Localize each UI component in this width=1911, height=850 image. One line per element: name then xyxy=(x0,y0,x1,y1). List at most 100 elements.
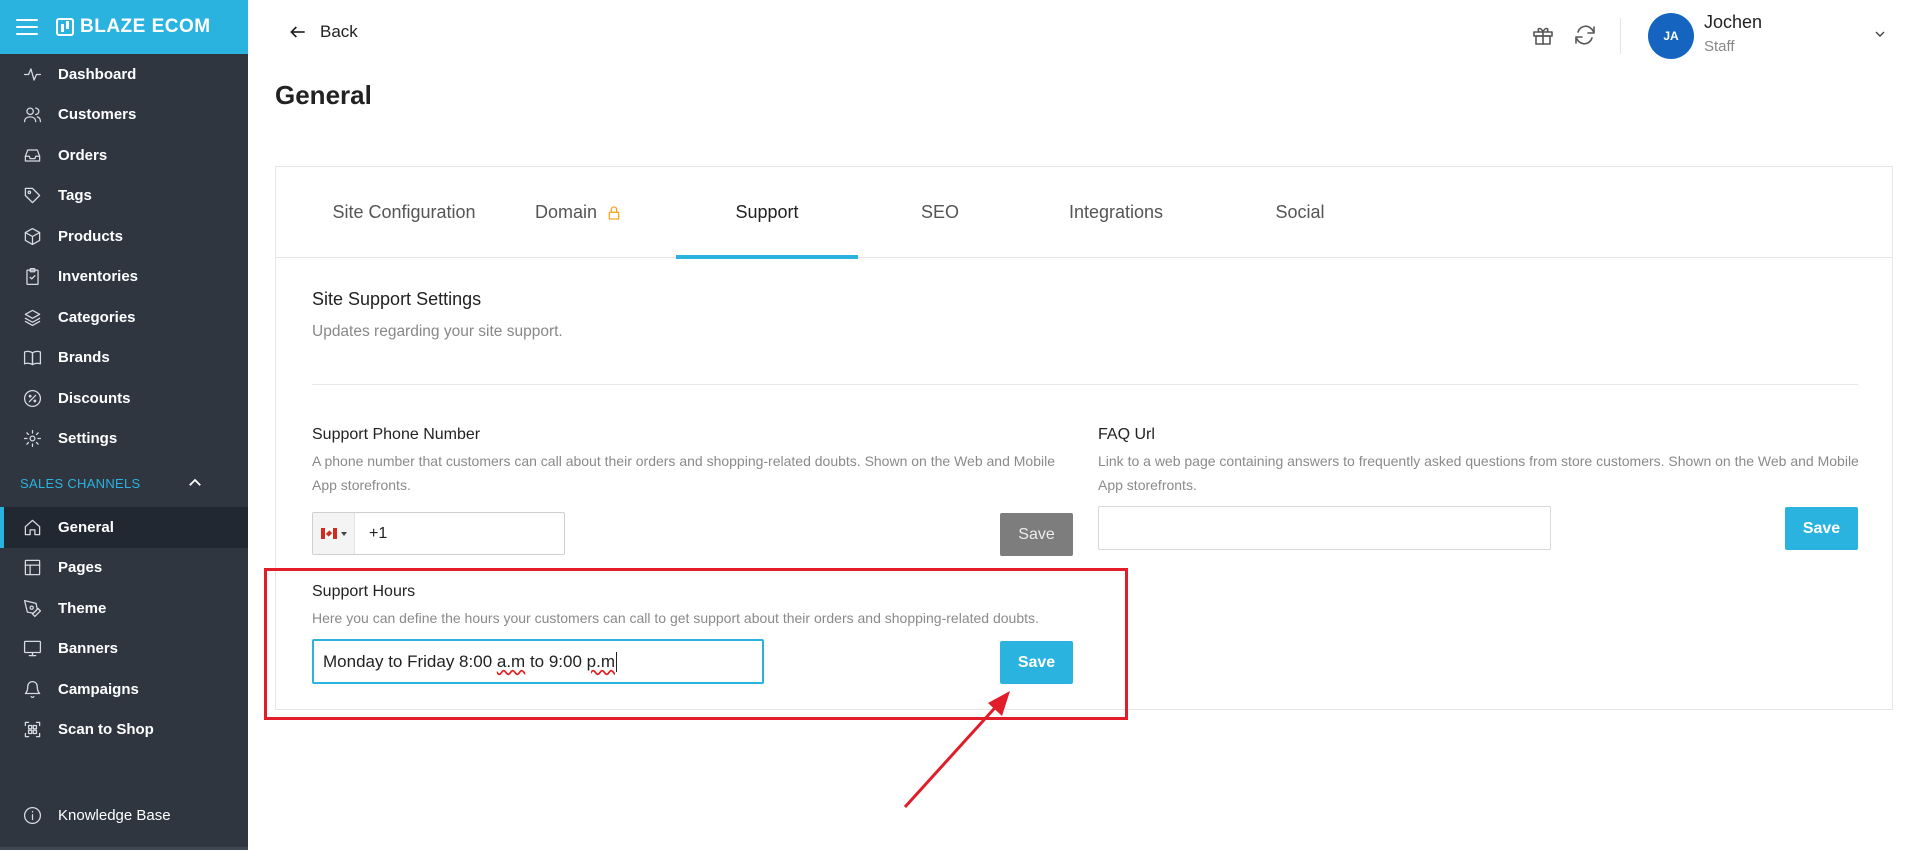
sidebar-item-label: Campaigns xyxy=(58,680,139,698)
tab-social[interactable]: Social xyxy=(1236,167,1364,258)
tab-seo[interactable]: SEO xyxy=(876,167,1004,258)
sidebar-item-label: Discounts xyxy=(58,389,131,407)
sidebar-item-label: Tags xyxy=(58,187,92,205)
sidebar-item-dashboard[interactable]: Dashboard xyxy=(0,54,248,95)
chevron-up-icon[interactable] xyxy=(186,474,204,492)
sidebar-item-orders[interactable]: Orders xyxy=(0,135,248,176)
gear-icon xyxy=(22,429,42,449)
faq-label: FAQ Url xyxy=(1098,426,1155,443)
phone-help-line: App storefronts. xyxy=(312,477,411,493)
tab-integrations[interactable]: Integrations xyxy=(1036,167,1196,258)
back-button[interactable]: Back xyxy=(288,22,358,42)
pen-icon xyxy=(22,598,42,618)
sidebar-item-inventories[interactable]: Inventories xyxy=(0,257,248,298)
sidebar-item-campaigns[interactable]: Campaigns xyxy=(0,669,248,710)
section-subtitle: Updates regarding your site support. xyxy=(312,323,563,340)
lock-icon xyxy=(606,204,622,222)
percent-icon xyxy=(22,388,42,408)
refresh-icon[interactable] xyxy=(1573,23,1597,47)
tab-label: Domain xyxy=(534,202,598,222)
back-label: Back xyxy=(320,22,358,41)
logo-mark-icon xyxy=(56,18,74,36)
sidebar-item-label: Pages xyxy=(58,559,103,577)
brand-logo[interactable]: BLAZE ECOM xyxy=(56,16,211,38)
tab-label: Integrations xyxy=(1068,202,1164,222)
tab-label: Support xyxy=(735,202,799,222)
sidebar-item-label: Dashboard xyxy=(58,65,137,83)
sidebar-item-label: Settings xyxy=(58,430,118,448)
activity-icon xyxy=(22,64,42,84)
sidebar-item-categories[interactable]: Categories xyxy=(0,297,248,338)
menu-icon[interactable] xyxy=(16,19,38,35)
layout-icon xyxy=(22,558,42,578)
sidebar-item-label: Knowledge Base xyxy=(58,807,171,825)
faq-help-line: App storefronts. xyxy=(1098,477,1197,493)
phone-field xyxy=(312,512,565,555)
avatar[interactable]: JA xyxy=(1648,13,1694,59)
phone-number-input[interactable] xyxy=(369,524,549,543)
country-selector[interactable] xyxy=(313,513,355,554)
support-hours-input[interactable]: Monday to Friday 8:00 a.m to 9:00 p.m xyxy=(312,639,764,684)
sidebar-item-scan-to-shop[interactable]: Scan to Shop xyxy=(0,710,248,751)
hours-save-button[interactable]: Save xyxy=(1000,641,1073,684)
user-name[interactable]: Jochen xyxy=(1704,12,1762,33)
sales-channels-header[interactable]: SALES CHANNELS xyxy=(0,459,248,507)
main-nav: Dashboard Customers Orders Tags Products… xyxy=(0,54,248,459)
info-icon xyxy=(22,806,42,826)
arrow-left-icon xyxy=(290,26,305,38)
tab-site-configuration[interactable]: Site Configuration xyxy=(304,167,504,258)
hours-text: p.m xyxy=(586,651,615,671)
brand-bar: BLAZE ECOM xyxy=(0,0,248,54)
home-icon xyxy=(22,517,42,537)
caret-down-icon xyxy=(340,531,347,536)
faq-url-input[interactable] xyxy=(1098,506,1551,550)
sidebar-item-label: Brands xyxy=(58,349,110,367)
bell-icon xyxy=(22,679,42,699)
tab-label: SEO xyxy=(920,202,959,222)
sidebar-item-label: Inventories xyxy=(58,268,139,286)
sidebar-item-label: Customers xyxy=(58,106,137,124)
faq-help: Link to a web page containing answers to… xyxy=(1098,449,1888,497)
sidebar-item-theme[interactable]: Theme xyxy=(0,588,248,629)
tab-support[interactable]: Support xyxy=(676,167,858,259)
chevron-down-icon[interactable] xyxy=(1872,26,1888,42)
header-divider xyxy=(1620,18,1621,54)
book-icon xyxy=(22,348,42,368)
sidebar-item-label: Products xyxy=(58,227,124,245)
sidebar-item-discounts[interactable]: Discounts xyxy=(0,378,248,419)
canada-flag-icon xyxy=(320,528,337,539)
sidebar-item-label: Orders xyxy=(58,146,108,164)
faq-help-line: Link to a web page containing answers to… xyxy=(1098,453,1859,469)
sidebar-item-label: Categories xyxy=(58,308,136,326)
knowledge-base-section: Knowledge Base xyxy=(0,796,248,837)
sidebar-item-general[interactable]: General xyxy=(0,507,248,548)
user-role: Staff xyxy=(1704,38,1735,55)
section-label: SALES CHANNELS xyxy=(20,475,141,491)
sidebar-item-settings[interactable]: Settings xyxy=(0,419,248,460)
sidebar-item-customers[interactable]: Customers xyxy=(0,95,248,136)
page-title: General xyxy=(275,80,372,110)
sidebar-item-label: General xyxy=(58,518,114,536)
hours-label: Support Hours xyxy=(312,583,416,600)
layers-icon xyxy=(22,307,42,327)
tag-icon xyxy=(22,186,42,206)
phone-save-button[interactable]: Save xyxy=(1000,513,1073,556)
tab-domain[interactable]: Domain xyxy=(516,167,641,258)
hours-text: a.m xyxy=(496,651,526,671)
hours-help: Here you can define the hours your custo… xyxy=(312,610,1039,626)
section-divider xyxy=(312,384,1858,385)
sidebar-item-knowledge-base[interactable]: Knowledge Base xyxy=(0,796,248,837)
sidebar-item-pages[interactable]: Pages xyxy=(0,548,248,589)
settings-card: Site Configuration Domain Support SEO In… xyxy=(275,166,1893,710)
qr-scan-icon xyxy=(22,720,42,740)
sidebar-item-brands[interactable]: Brands xyxy=(0,338,248,379)
clipboard-icon xyxy=(22,267,42,287)
tab-label: Site Configuration xyxy=(332,202,476,222)
sidebar-item-tags[interactable]: Tags xyxy=(0,176,248,217)
sidebar-item-banners[interactable]: Banners xyxy=(0,629,248,670)
users-icon xyxy=(22,105,42,125)
settings-tabs: Site Configuration Domain Support SEO In… xyxy=(276,167,1892,259)
sidebar-item-products[interactable]: Products xyxy=(0,216,248,257)
gift-icon[interactable] xyxy=(1531,23,1555,47)
faq-save-button[interactable]: Save xyxy=(1785,507,1858,550)
